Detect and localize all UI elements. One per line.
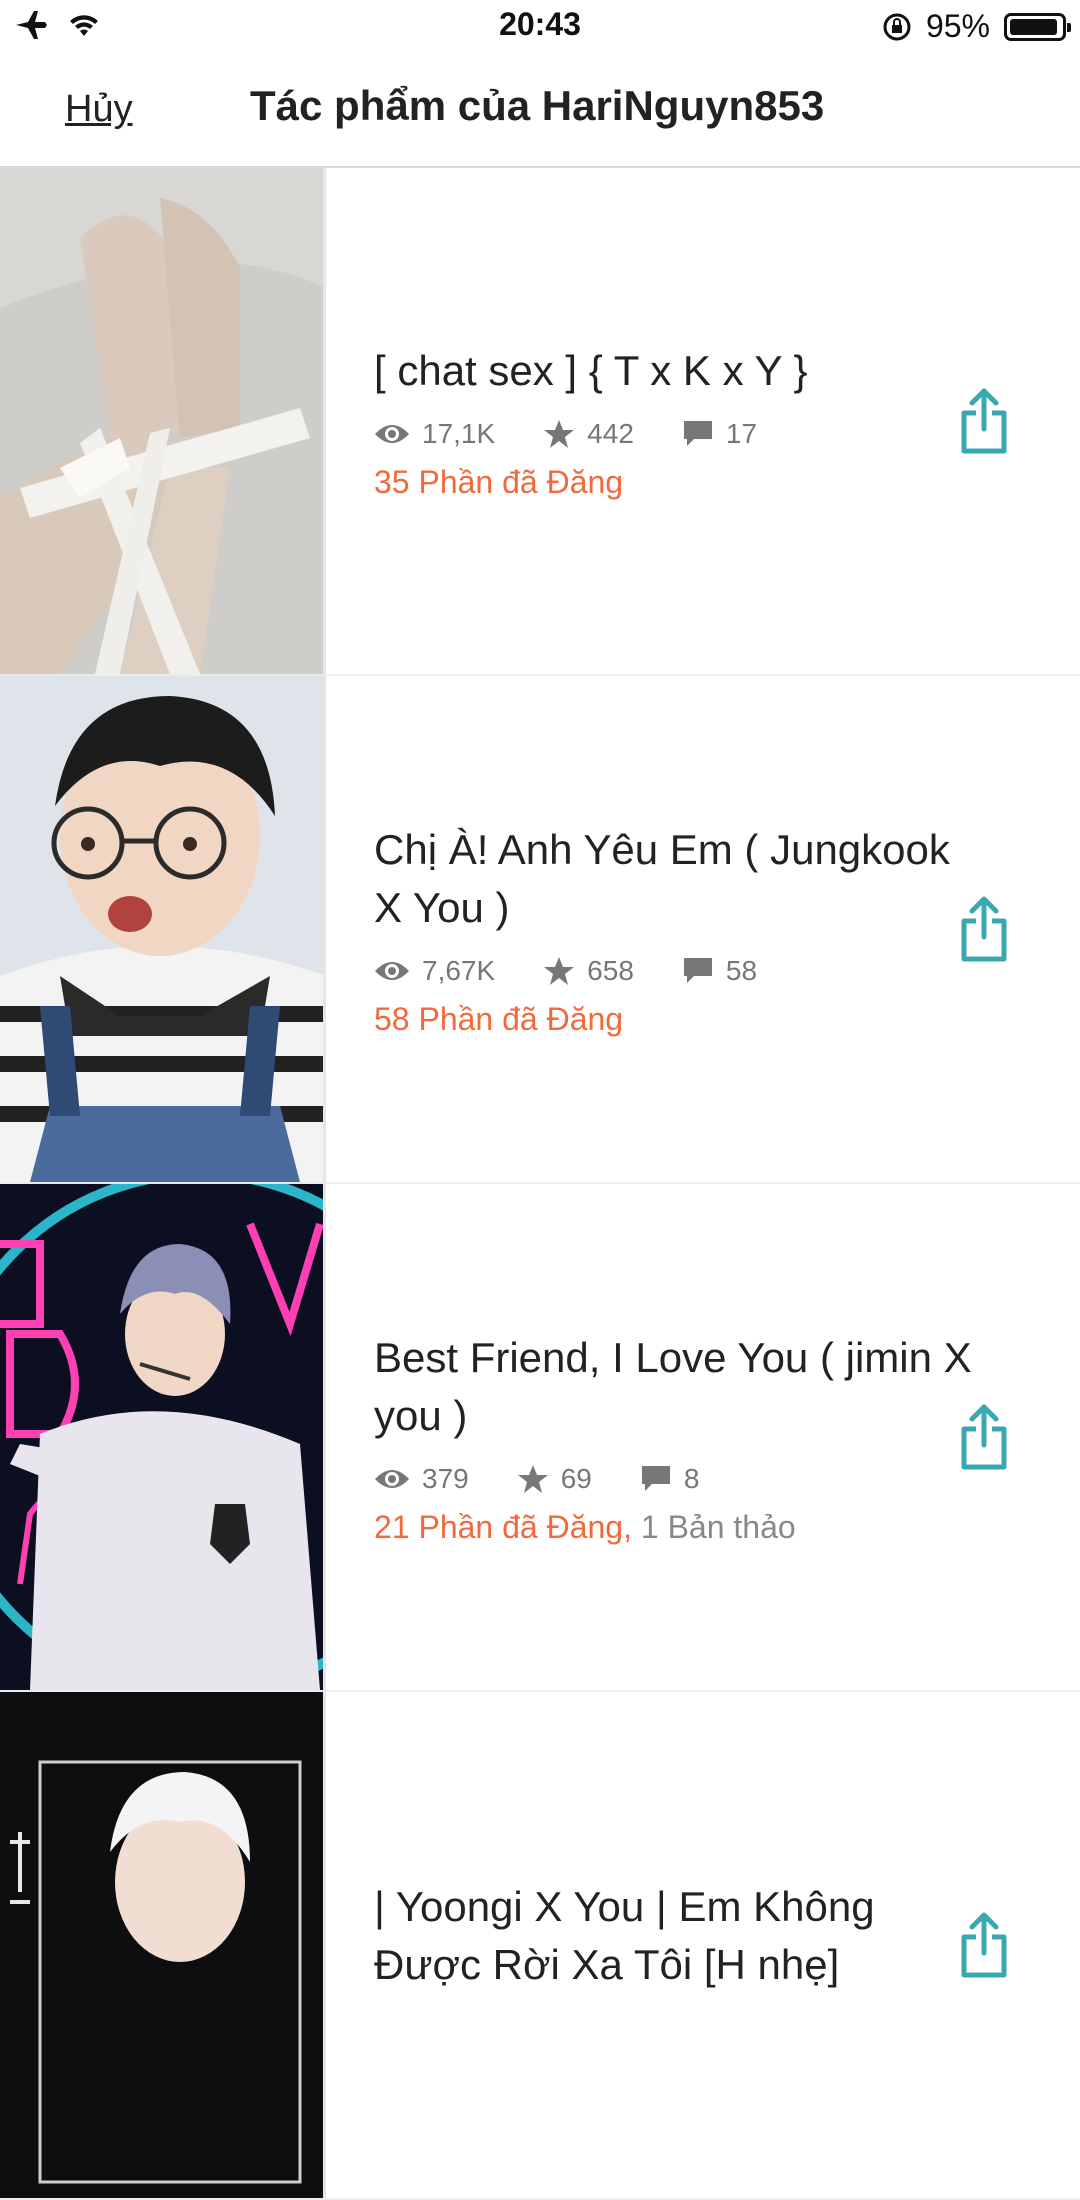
comment-icon [641, 1465, 670, 1491]
share-icon[interactable] [960, 1911, 1008, 1979]
battery-tip [1067, 22, 1071, 32]
views-stat: 7,67K [374, 955, 495, 987]
views-count: 379 [422, 1462, 469, 1494]
story-stats: 17,1K 442 17 [374, 418, 974, 450]
comments-stat: 58 [682, 955, 757, 987]
star-icon [544, 419, 575, 448]
views-stat: 379 [374, 1463, 469, 1495]
eye-icon [375, 961, 409, 980]
story-cover-image [0, 676, 326, 1182]
story-info: | Yoongi X You | Em Không Được Rời Xa Tô… [374, 1692, 974, 2198]
comment-icon [683, 420, 712, 446]
story-stats: 379 69 8 [374, 1463, 974, 1495]
views-count: 17,1K [422, 417, 496, 449]
comments-count: 17 [725, 417, 758, 449]
parts-published: 21 Phần đã Đăng, 1 Bản thảo [374, 1509, 974, 1546]
story-cover-image [0, 168, 326, 674]
story-list: [ chat sex ] { T x K x Y } 17,1K 442 17 … [0, 168, 1080, 2200]
story-cover-image [0, 1184, 326, 1690]
comments-count: 8 [683, 1462, 700, 1494]
status-right: 95% [882, 8, 1071, 45]
share-icon[interactable] [960, 895, 1008, 963]
rotation-lock-icon [883, 13, 911, 40]
story-info: Best Friend, I Love You ( jimin X you ) … [374, 1184, 974, 1690]
share-icon[interactable] [960, 1403, 1008, 1471]
votes-count: 658 [587, 954, 634, 986]
story-row[interactable]: Chị À! Anh Yêu Em ( Jungkook X You ) 7,6… [0, 676, 1080, 1184]
parts-published: 58 Phần đã Đăng [374, 1001, 974, 1038]
comments-count: 58 [725, 954, 758, 986]
eye-icon [375, 1469, 409, 1488]
votes-stat: 69 [517, 1463, 592, 1495]
story-info: Chị À! Anh Yêu Em ( Jungkook X You ) 7,6… [374, 676, 974, 1182]
status-bar: 20:43 95% [0, 0, 1080, 52]
parts-published-label: 21 Phần đã Đăng, [374, 1508, 632, 1545]
story-row[interactable]: | Yoongi X You | Em Không Được Rời Xa Tô… [0, 1692, 1080, 2200]
comment-icon [683, 957, 712, 983]
battery-fill [1010, 18, 1058, 35]
story-row[interactable]: Best Friend, I Love You ( jimin X you ) … [0, 1184, 1080, 1692]
story-title[interactable]: | Yoongi X You | Em Không Được Rời Xa Tô… [374, 1878, 974, 1994]
story-cover-image [0, 1692, 326, 2198]
comments-stat: 17 [682, 418, 757, 450]
story-stats: 7,67K 658 58 [374, 955, 974, 987]
battery-icon [1004, 12, 1071, 41]
votes-count: 442 [587, 417, 634, 449]
parts-published-label: 35 Phần đã Đăng [374, 463, 624, 500]
views-count: 7,67K [422, 954, 496, 986]
eye-icon [375, 424, 409, 443]
drafts-label: 1 Bản thảo [631, 1508, 796, 1545]
star-icon [544, 956, 575, 985]
cancel-button[interactable]: Hủy [65, 88, 133, 131]
page-title: Tác phẩm của HariNguyn853 [250, 82, 825, 129]
parts-published: 35 Phần đã Đăng [374, 464, 974, 501]
comments-stat: 8 [640, 1462, 700, 1495]
story-title[interactable]: Chị À! Anh Yêu Em ( Jungkook X You ) [374, 821, 974, 937]
story-row[interactable]: [ chat sex ] { T x K x Y } 17,1K 442 17 … [0, 168, 1080, 676]
votes-stat: 442 [543, 418, 634, 450]
battery-percent: 95% [925, 8, 990, 44]
star-icon [517, 1464, 548, 1493]
parts-published-label: 58 Phần đã Đăng [374, 1000, 624, 1037]
story-title[interactable]: Best Friend, I Love You ( jimin X you ) [374, 1329, 974, 1445]
votes-stat: 658 [543, 955, 634, 987]
views-stat: 17,1K [374, 418, 495, 450]
share-icon[interactable] [960, 387, 1008, 455]
nav-bar: Hủy Tác phẩm của HariNguyn853 [0, 52, 1080, 168]
story-info: [ chat sex ] { T x K x Y } 17,1K 442 17 … [374, 168, 974, 674]
votes-count: 69 [560, 1462, 592, 1494]
story-title[interactable]: [ chat sex ] { T x K x Y } [374, 342, 974, 400]
